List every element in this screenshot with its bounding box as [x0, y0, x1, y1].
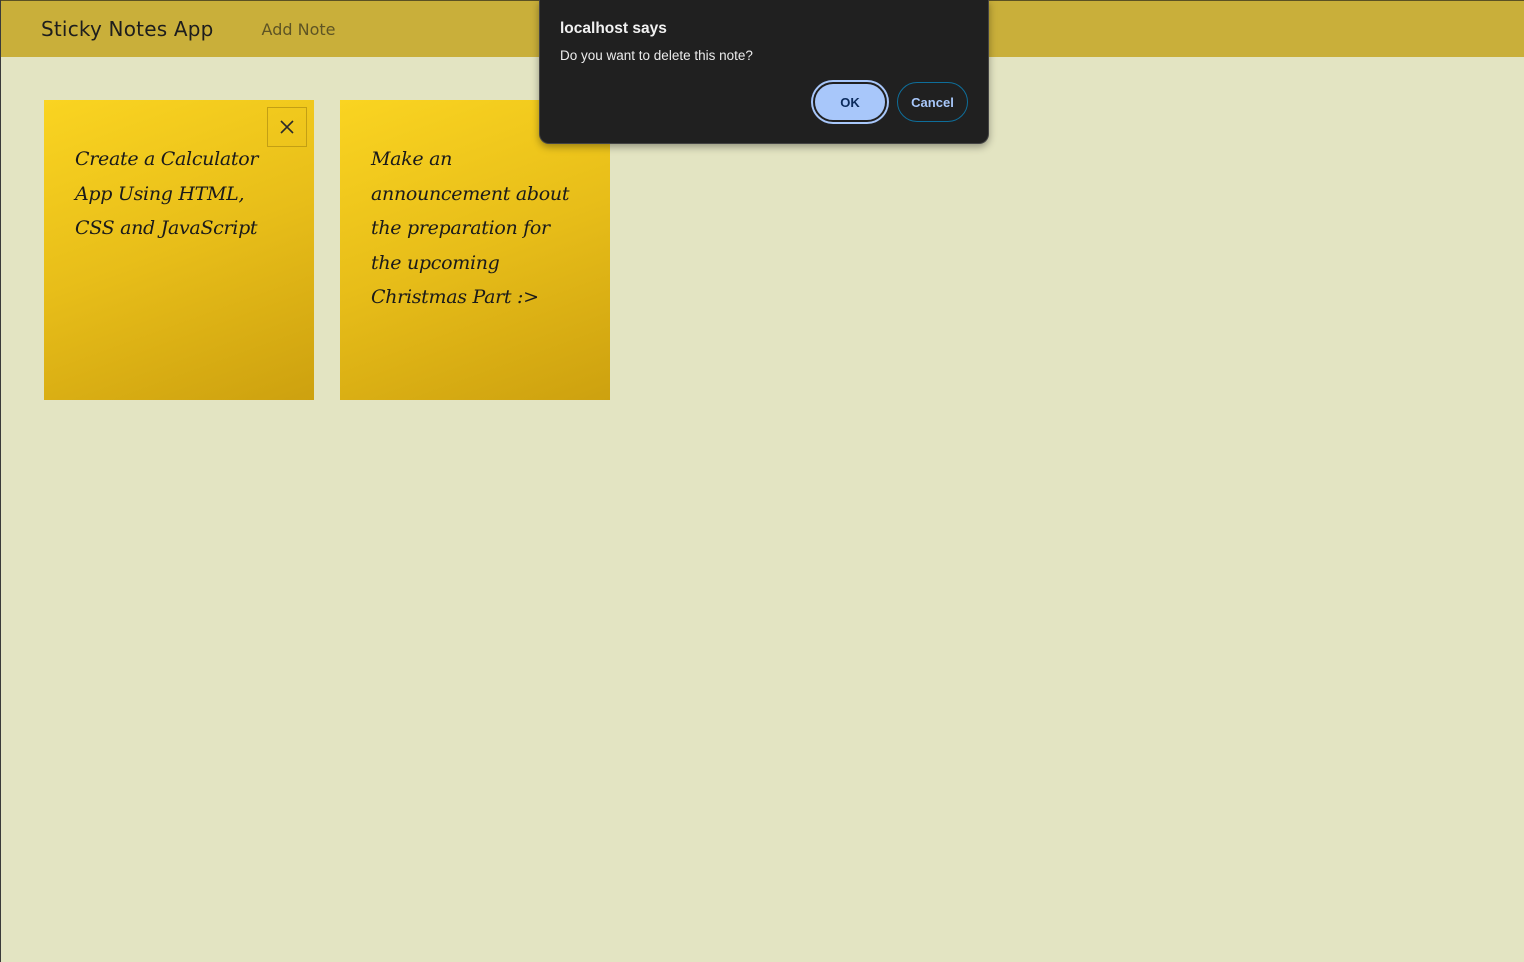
dialog-title: localhost says: [560, 20, 667, 37]
app-title: Sticky Notes App: [41, 17, 214, 41]
add-note-button[interactable]: Add Note: [262, 20, 336, 39]
delete-note-button[interactable]: [267, 107, 307, 147]
sticky-note[interactable]: Create a Calculator App Using HTML, CSS …: [44, 100, 314, 400]
dialog-buttons: OK Cancel: [813, 82, 968, 122]
close-icon: [280, 120, 294, 134]
cancel-button[interactable]: Cancel: [897, 82, 968, 122]
note-text[interactable]: Make an announcement about the preparati…: [371, 142, 580, 315]
confirm-dialog: localhost says Do you want to delete thi…: [539, 0, 989, 144]
sticky-note[interactable]: Make an announcement about the preparati…: [340, 100, 610, 400]
ok-button[interactable]: OK: [813, 82, 887, 122]
note-text[interactable]: Create a Calculator App Using HTML, CSS …: [75, 142, 284, 246]
notes-container: Create a Calculator App Using HTML, CSS …: [44, 100, 610, 400]
dialog-message: Do you want to delete this note?: [560, 48, 753, 63]
